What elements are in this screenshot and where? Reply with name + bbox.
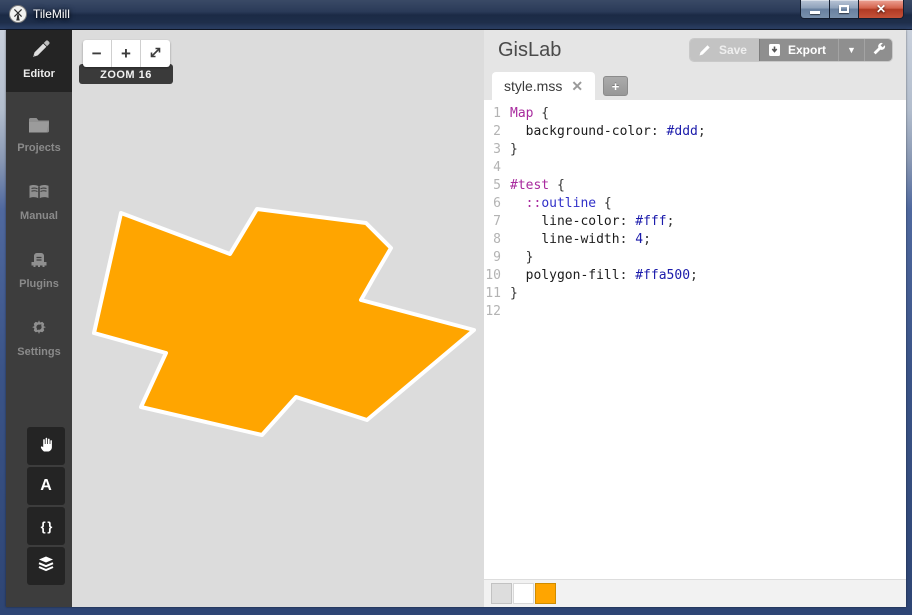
layers-icon	[36, 555, 56, 578]
color-swatch-ddd[interactable]	[491, 583, 512, 604]
maximize-button[interactable]	[830, 0, 859, 19]
export-button[interactable]: Export	[759, 39, 838, 61]
panel-header: GisLab Save	[484, 30, 906, 70]
map-polygon-feature	[72, 30, 484, 607]
code-line: 3}	[484, 141, 906, 159]
sidebar-item-manual[interactable]: Manual	[6, 172, 72, 234]
minimize-icon	[810, 11, 820, 14]
gear-icon	[6, 317, 72, 339]
minimize-button[interactable]	[800, 0, 830, 19]
line-number: 1	[484, 105, 510, 123]
sidebar-item-label: Manual	[20, 210, 58, 222]
action-buttons: Save Export ▼	[690, 39, 892, 61]
zoom-level-label: ZOOM 16	[79, 64, 173, 84]
book-icon	[6, 181, 72, 203]
folder-icon	[6, 113, 72, 135]
line-number: 2	[484, 123, 510, 141]
tab-style-mss[interactable]: style.mss ✕	[492, 72, 595, 100]
chevron-down-icon: ▼	[847, 45, 856, 55]
code-line: 4	[484, 159, 906, 177]
download-icon	[768, 43, 781, 57]
plugin-icon	[6, 249, 72, 271]
maximize-icon	[839, 5, 849, 13]
sidebar-item-editor[interactable]: Editor	[6, 30, 72, 92]
carto-reference-button[interactable]: { }	[27, 507, 65, 545]
sidebar-item-plugins[interactable]: Plugins	[6, 240, 72, 302]
code-line: 11}	[484, 285, 906, 303]
line-number: 11	[484, 285, 510, 303]
project-title: GisLab	[498, 39, 690, 62]
project-settings-button[interactable]	[864, 39, 892, 61]
pencil-icon	[698, 43, 712, 57]
code-line: 6 ::outline {	[484, 195, 906, 213]
sidebar-item-settings[interactable]: Settings	[6, 308, 72, 370]
pan-tool-button[interactable]	[27, 427, 65, 465]
sidebar-item-label: Plugins	[19, 278, 59, 290]
color-swatch-ffa500[interactable]	[535, 583, 556, 604]
close-button[interactable]: ✕	[859, 0, 904, 19]
sidebar-item-label: Projects	[17, 142, 60, 154]
close-icon: ✕	[876, 3, 886, 15]
line-number: 10	[484, 267, 510, 285]
window-title: TileMill	[33, 7, 70, 21]
tab-bar: style.mss ✕ +	[484, 70, 906, 100]
sidebar-item-label: Editor	[23, 68, 55, 80]
zoom-in-button[interactable]: +	[111, 40, 140, 67]
fullscreen-button[interactable]	[140, 40, 169, 67]
code-line: 2 background-color: #ddd;	[484, 123, 906, 141]
save-label: Save	[719, 43, 747, 57]
code-line: 10 polygon-fill: #ffa500;	[484, 267, 906, 285]
window-controls: ✕	[800, 0, 904, 19]
export-menu-button[interactable]: ▼	[838, 39, 864, 61]
line-number: 6	[484, 195, 510, 213]
color-swatch-fff[interactable]	[513, 583, 534, 604]
sidebar-item-label: Settings	[17, 346, 60, 358]
fonts-tool-button[interactable]: A	[27, 467, 65, 505]
zoom-control: − + ZOOM 16	[79, 40, 173, 84]
tab-label: style.mss	[504, 78, 562, 94]
line-number: 8	[484, 231, 510, 249]
app-window: TileMill ✕ Editor	[0, 0, 912, 615]
window-frame: Editor Projects	[0, 30, 912, 615]
code-line: 8 line-width: 4;	[484, 231, 906, 249]
pencil-icon	[6, 39, 72, 61]
project-panel: GisLab Save	[484, 30, 906, 607]
line-number: 12	[484, 303, 510, 321]
orange-polygon	[94, 209, 474, 435]
line-number: 3	[484, 141, 510, 159]
layers-tool-button[interactable]	[27, 547, 65, 585]
code-line: 12	[484, 303, 906, 321]
sidebar-item-projects[interactable]: Projects	[6, 104, 72, 166]
line-number: 4	[484, 159, 510, 177]
line-number: 5	[484, 177, 510, 195]
wrench-icon	[872, 42, 886, 59]
expand-arrow-icon	[149, 44, 162, 64]
save-button[interactable]: Save	[690, 39, 759, 61]
tilemill-windmill-icon	[9, 5, 27, 23]
code-line: 1Map {	[484, 105, 906, 123]
code-editor[interactable]: 1Map {2 background-color: #ddd;3}4 5#tes…	[484, 100, 906, 579]
code-line: 5#test {	[484, 177, 906, 195]
export-label: Export	[788, 43, 826, 57]
braces-icon: { }	[41, 519, 52, 534]
panel-footer	[484, 579, 906, 607]
sidebar: Editor Projects	[6, 30, 72, 607]
hand-icon	[36, 434, 56, 459]
map-canvas[interactable]: − + ZOOM 16	[72, 30, 484, 607]
title-bar[interactable]: TileMill ✕	[0, 0, 912, 30]
code-line: 7 line-color: #fff;	[484, 213, 906, 231]
code-line: 9 }	[484, 249, 906, 267]
add-stylesheet-button[interactable]: +	[603, 76, 628, 96]
letter-a-icon: A	[40, 477, 52, 495]
map-tools: A { }	[27, 427, 65, 587]
zoom-out-button[interactable]: −	[83, 40, 111, 67]
line-number: 9	[484, 249, 510, 267]
tab-close-icon[interactable]: ✕	[571, 79, 583, 93]
line-number: 7	[484, 213, 510, 231]
